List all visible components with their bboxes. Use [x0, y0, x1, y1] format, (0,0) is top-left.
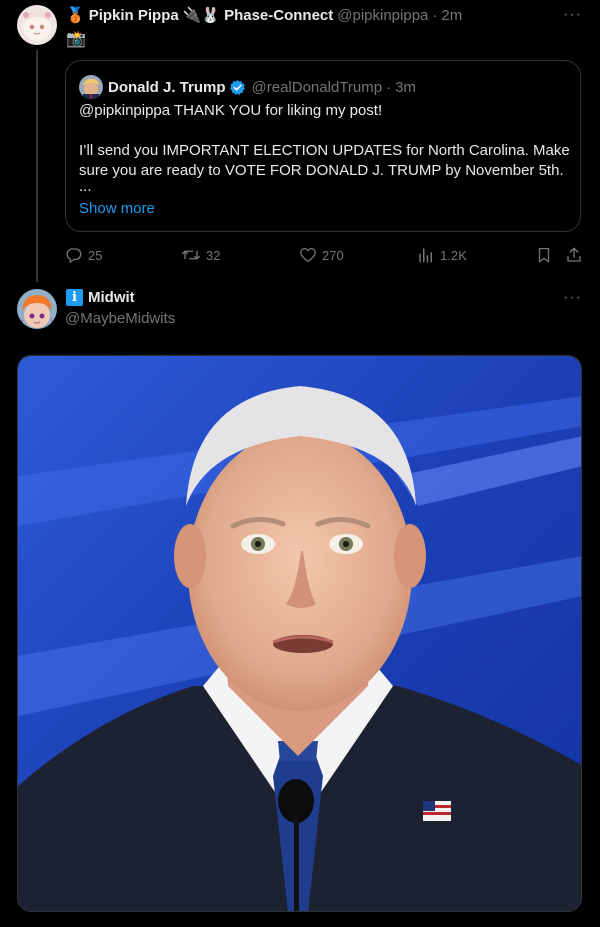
- bookmark-button[interactable]: [535, 246, 558, 264]
- quoted-tweet-card[interactable]: Donald J. Trump @realDonaldTrump · 3m @p…: [65, 60, 581, 232]
- display-name[interactable]: Pipkin Pippa: [89, 7, 179, 24]
- bookmark-icon: [538, 247, 550, 263]
- politician-photo: [18, 356, 581, 911]
- like-count: 270: [322, 247, 344, 263]
- tweet-header: 🥉 Pipkin Pippa 🔌🐰 Phase-Connect @pipkinp…: [66, 6, 462, 25]
- info-badge-icon: i: [66, 289, 83, 306]
- truncation-ellipsis: ...: [79, 178, 92, 195]
- quoted-timestamp[interactable]: 3m: [395, 79, 416, 96]
- tweet-image[interactable]: [17, 355, 582, 912]
- repost-count: 32: [206, 247, 221, 263]
- view-count: 1.2K: [440, 247, 467, 263]
- avatar[interactable]: [17, 5, 57, 45]
- quoted-text-line-2: I’ll send you IMPORTANT ELECTION UPDATES…: [79, 142, 570, 179]
- tweet-header: i Midwit: [66, 289, 135, 306]
- quoted-tweet-header: Donald J. Trump @realDonaldTrump · 3m: [79, 75, 416, 99]
- reply-count: 25: [88, 247, 103, 263]
- analytics-icon: [419, 248, 432, 263]
- reply-button[interactable]: 25: [65, 246, 102, 264]
- avatar[interactable]: [17, 289, 57, 329]
- avatar[interactable]: [79, 75, 103, 99]
- more-options-icon[interactable]: ···: [563, 289, 582, 307]
- affiliation-label[interactable]: Phase-Connect: [224, 7, 333, 24]
- separator: ·: [386, 78, 392, 96]
- tweet-actions-bar: 25 32 270 1.2K: [65, 246, 585, 266]
- handle[interactable]: @pipkinpippa: [337, 7, 428, 24]
- quoted-tweet-text: @pipkinpippa THANK YOU for liking my pos…: [79, 101, 571, 219]
- camera-icon: 📸: [66, 31, 86, 48]
- heart-icon: [300, 247, 316, 263]
- verified-badge-icon: [229, 79, 246, 96]
- medal-icon: 🥉: [66, 7, 85, 24]
- share-button[interactable]: [565, 246, 588, 264]
- quoted-handle[interactable]: @realDonaldTrump: [252, 79, 383, 96]
- plug-rabbit-icon: 🔌🐰: [182, 7, 221, 24]
- show-more-link[interactable]: Show more: [79, 199, 571, 219]
- reply-icon: [66, 248, 82, 263]
- quoted-display-name[interactable]: Donald J. Trump: [108, 79, 226, 96]
- repost-icon: [182, 250, 200, 260]
- display-name[interactable]: Midwit: [88, 289, 135, 306]
- handle[interactable]: @MaybeMidwits: [65, 310, 175, 327]
- views-button[interactable]: 1.2K: [417, 246, 467, 264]
- quoted-text-line-1: @pipkinpippa THANK YOU for liking my pos…: [79, 102, 383, 119]
- more-options-icon[interactable]: ···: [563, 6, 582, 24]
- thread-connector-line: [36, 50, 38, 282]
- separator: ·: [432, 6, 438, 24]
- like-button[interactable]: 270: [299, 246, 344, 264]
- timestamp[interactable]: 2m: [441, 7, 462, 24]
- share-icon: [567, 247, 581, 262]
- repost-button[interactable]: 32: [181, 246, 220, 264]
